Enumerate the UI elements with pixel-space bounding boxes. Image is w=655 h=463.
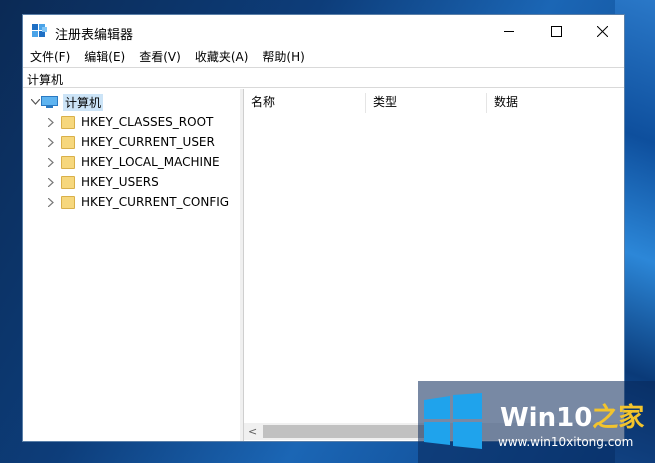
column-header-type[interactable]: 类型 — [366, 89, 486, 115]
menu-bar: 文件(F) 编辑(E) 查看(V) 收藏夹(A) 帮助(H) — [23, 47, 624, 67]
windows-logo-icon — [424, 393, 482, 449]
tree-item-hkcc[interactable]: HKEY_CURRENT_CONFIG — [23, 192, 262, 212]
minimize-button[interactable] — [486, 15, 532, 47]
tree-item-computer[interactable]: 计算机 — [23, 92, 246, 112]
menu-view[interactable]: 查看(V) — [132, 47, 188, 67]
tree-item-label: HKEY_CLASSES_ROOT — [81, 115, 214, 129]
scrollbar-thumb[interactable] — [263, 425, 443, 438]
address-bar[interactable]: 计算机 — [23, 67, 624, 88]
watermark: Win10之家 www.win10xitong.com — [418, 381, 655, 463]
chevron-right-icon[interactable] — [45, 116, 57, 128]
maximize-button[interactable] — [533, 15, 579, 47]
registry-tree: 计算机 HKEY_CLASSES_ROOT HKEY_CURRENT_USER … — [23, 89, 241, 441]
chevron-right-icon[interactable] — [45, 136, 57, 148]
title-bar[interactable]: 注册表编辑器 — [23, 15, 624, 47]
tree-item-hkcr[interactable]: HKEY_CLASSES_ROOT — [23, 112, 262, 132]
chevron-right-icon[interactable] — [45, 176, 57, 188]
menu-favorites[interactable]: 收藏夹(A) — [188, 47, 256, 67]
column-header-data[interactable]: 数据 — [487, 89, 623, 115]
chevron-down-icon[interactable] — [29, 96, 41, 108]
column-header-name[interactable]: 名称 — [244, 89, 364, 115]
registry-editor-window: 注册表编辑器 文件(F) 编辑(E) 查看(V) 收藏夹(A) 帮助(H) 计算… — [22, 14, 625, 442]
chevron-right-icon[interactable] — [45, 196, 57, 208]
close-button[interactable] — [579, 15, 625, 47]
menu-help[interactable]: 帮助(H) — [255, 47, 311, 67]
close-icon — [596, 25, 608, 37]
tree-item-label: HKEY_LOCAL_MACHINE — [81, 155, 220, 169]
watermark-brand-2: 之家 — [592, 403, 645, 433]
chevron-right-icon[interactable] — [45, 156, 57, 168]
maximize-icon — [550, 25, 562, 37]
watermark-brand-1: Win10 — [500, 403, 593, 433]
computer-icon — [41, 96, 58, 108]
watermark-title: Win10之家 — [500, 397, 644, 434]
menu-file[interactable]: 文件(F) — [23, 47, 77, 67]
watermark-url: www.win10xitong.com — [498, 435, 634, 449]
tree-item-hklm[interactable]: HKEY_LOCAL_MACHINE — [23, 152, 262, 172]
folder-icon — [61, 135, 75, 149]
folder-icon — [61, 175, 75, 189]
folder-icon — [61, 115, 75, 129]
tree-item-hku[interactable]: HKEY_USERS — [23, 172, 262, 192]
minimize-icon — [504, 30, 514, 32]
tree-item-label: HKEY_CURRENT_USER — [81, 135, 215, 149]
scroll-left-icon[interactable]: < — [248, 425, 257, 438]
tree-item-label: 计算机 — [63, 93, 104, 111]
folder-icon — [61, 195, 75, 209]
window-title: 注册表编辑器 — [55, 28, 134, 43]
folder-icon — [61, 155, 75, 169]
tree-item-hkcu[interactable]: HKEY_CURRENT_USER — [23, 132, 262, 152]
menu-edit[interactable]: 编辑(E) — [77, 47, 132, 67]
tree-item-label: HKEY_CURRENT_CONFIG — [81, 195, 230, 209]
address-path: 计算机 — [27, 73, 64, 87]
registry-app-icon — [32, 24, 47, 37]
tree-item-label: HKEY_USERS — [81, 175, 159, 189]
